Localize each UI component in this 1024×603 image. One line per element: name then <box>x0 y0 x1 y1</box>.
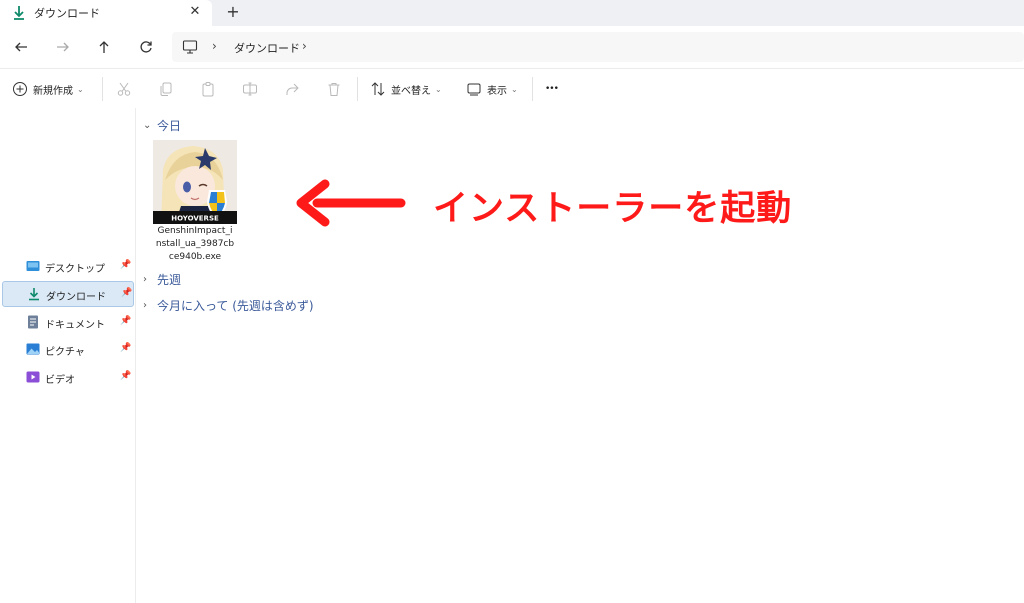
group-label: 今日 <box>157 119 182 133</box>
delete-icon[interactable] <box>326 81 342 97</box>
rename-icon[interactable] <box>242 81 258 97</box>
chevron-down-icon: ⌄ <box>511 84 518 94</box>
tab-label: ダウンロード <box>34 7 100 20</box>
refresh-icon <box>140 41 152 53</box>
divider <box>357 77 358 101</box>
sidebar-item-label: ビデオ <box>45 375 75 386</box>
view-icon <box>467 83 481 96</box>
refresh-button[interactable] <box>135 36 157 58</box>
more-icon: ••• <box>545 84 559 94</box>
annotation-text: インストーラーを起動 <box>433 189 793 229</box>
chevron-down-icon: ⌄ <box>435 84 442 94</box>
pin-icon[interactable]: 📌 <box>120 343 131 353</box>
pin-icon[interactable]: 📌 <box>120 260 131 270</box>
sort-button-label: 並べ替え <box>391 85 431 97</box>
tab-strip: ダウンロード ✕ + <box>0 0 1024 26</box>
up-arrow-icon <box>99 41 109 53</box>
forward-button[interactable] <box>52 36 74 58</box>
pin-icon[interactable]: 📌 <box>120 316 131 326</box>
new-button-label: 新規作成 <box>33 85 73 97</box>
more-options-button[interactable]: ••• <box>545 79 559 99</box>
group-header-this-month[interactable]: › 今月に入って (先週は含めず) <box>143 297 314 314</box>
document-icon <box>28 315 38 329</box>
view-button-label: 表示 <box>487 85 507 97</box>
group-header-today[interactable]: ⌄ 今日 <box>143 117 181 134</box>
file-name-line: GenshinImpact_i <box>157 226 233 236</box>
desktop-icon <box>26 261 40 271</box>
sort-button[interactable]: 並べ替え ⌄ <box>370 79 442 99</box>
file-name: GenshinImpact_i nstall_ua_3987cb ce940b.… <box>151 225 239 264</box>
chevron-right-icon: › <box>212 39 217 53</box>
pin-icon[interactable]: 📌 <box>120 371 131 381</box>
sidebar-item-pictures[interactable]: ピクチャ 📌 <box>0 337 134 363</box>
divider <box>532 77 533 101</box>
back-button[interactable] <box>10 36 32 58</box>
address-bar[interactable]: › ダウンロード › <box>172 32 1024 62</box>
view-button[interactable]: 表示 ⌄ <box>466 79 518 99</box>
new-tab-button[interactable]: + <box>224 3 242 21</box>
back-arrow-icon <box>15 42 27 52</box>
navigation-pane: デスクトップ 📌 ダウンロード 📌 ドキュメント 📌 ピクチャ 📌 ビデオ 📌 <box>0 108 136 603</box>
file-item-installer[interactable]: HOYOVERSE GenshinImpact_i nstall_ua_3987… <box>151 138 239 266</box>
share-icon[interactable] <box>284 81 300 97</box>
sidebar-item-downloads[interactable]: ダウンロード 📌 <box>2 281 134 307</box>
chevron-right-icon: › <box>143 300 147 311</box>
red-arrow-annotation <box>296 179 406 227</box>
video-icon <box>26 371 40 383</box>
tab-downloads[interactable]: ダウンロード ✕ <box>0 0 212 26</box>
sidebar-item-label: ピクチャ <box>45 347 85 358</box>
installer-thumbnail: HOYOVERSE <box>153 140 237 224</box>
sidebar-item-desktop[interactable]: デスクトップ 📌 <box>0 254 134 280</box>
pictures-icon <box>26 343 40 355</box>
sort-icon <box>371 82 385 96</box>
new-button[interactable]: 新規作成 ⌄ <box>12 79 84 99</box>
sidebar-item-label: ドキュメント <box>45 320 105 331</box>
thumbnail-banner-text: HOYOVERSE <box>171 215 219 223</box>
up-button[interactable] <box>93 36 115 58</box>
divider <box>102 77 103 101</box>
file-name-line: ce940b.exe <box>168 252 222 262</box>
navigation-bar: › ダウンロード › <box>0 26 1024 68</box>
copy-icon[interactable] <box>158 81 174 97</box>
group-label: 先週 <box>157 273 182 287</box>
paste-icon[interactable] <box>200 81 216 97</box>
chevron-right-icon: › <box>143 274 147 285</box>
group-header-last-week[interactable]: › 先週 <box>143 271 181 288</box>
download-icon <box>29 288 39 301</box>
file-list: ⌄ 今日 HOYOVERSE GenshinImpact_i nstall_ua… <box>137 108 1024 603</box>
command-bar: 新規作成 ⌄ 並べ替え ⌄ 表示 ⌄ ••• <box>0 68 1024 108</box>
close-tab-button[interactable]: ✕ <box>186 3 204 21</box>
cut-icon[interactable] <box>116 81 132 97</box>
plus-circle-icon <box>13 82 27 96</box>
forward-arrow-icon <box>57 42 69 52</box>
chevron-right-icon[interactable]: › <box>302 39 307 53</box>
chevron-down-icon: ⌄ <box>143 120 152 131</box>
download-icon <box>14 6 24 20</box>
sidebar-item-videos[interactable]: ビデオ 📌 <box>0 365 134 391</box>
breadcrumb-downloads[interactable]: ダウンロード <box>234 40 300 56</box>
chevron-down-icon: ⌄ <box>77 84 84 94</box>
sidebar-item-label: ダウンロード <box>46 292 106 303</box>
computer-icon <box>182 40 198 54</box>
sidebar-item-documents[interactable]: ドキュメント 📌 <box>0 310 134 336</box>
group-label: 今月に入って (先週は含めず) <box>157 299 314 313</box>
sidebar-item-label: デスクトップ <box>45 264 105 275</box>
pin-icon[interactable]: 📌 <box>121 288 132 298</box>
file-name-line: nstall_ua_3987cb <box>155 239 235 249</box>
